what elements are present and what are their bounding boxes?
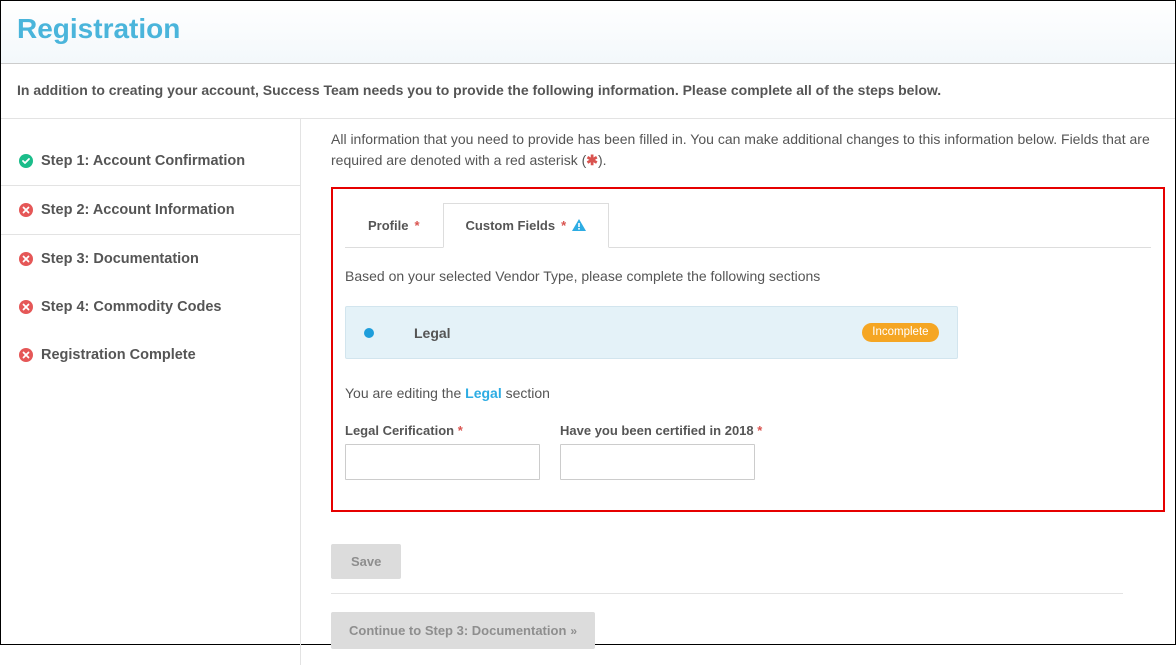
section-row-legal[interactable]: Legal Incomplete [345, 306, 958, 359]
x-circle-icon [19, 203, 33, 217]
tab-label: Custom Fields [466, 218, 556, 233]
required-indicator: * [414, 218, 419, 233]
field-label-legal-certification: Legal Cerification * [345, 423, 540, 438]
sidebar-step-3[interactable]: Step 3: Documentation [1, 235, 300, 283]
required-indicator: * [561, 218, 566, 233]
divider [331, 593, 1123, 594]
sidebar-step-4[interactable]: Step 4: Commodity Codes [1, 283, 300, 331]
chevron-right-icon: » [570, 624, 577, 638]
sidebar: Step 1: Account Confirmation Step 2: Acc… [1, 119, 301, 665]
check-circle-icon [19, 154, 33, 168]
tabs: Profile * Custom Fields * [345, 203, 1151, 248]
save-button[interactable]: Save [331, 544, 401, 579]
instruction-banner: In addition to creating your account, Su… [1, 64, 1175, 119]
sidebar-step-2[interactable]: Step 2: Account Information [1, 185, 300, 235]
page-title: Registration [17, 13, 1159, 45]
required-indicator: * [757, 423, 762, 438]
continue-button[interactable]: Continue to Step 3: Documentation» [331, 612, 595, 649]
status-badge-incomplete: Incomplete [862, 323, 938, 342]
x-circle-icon [19, 300, 33, 314]
sidebar-step-complete[interactable]: Registration Complete [1, 331, 300, 379]
sidebar-step-label: Step 3: Documentation [41, 251, 199, 267]
custom-fields-intro: Based on your selected Vendor Type, plea… [345, 268, 1151, 284]
field-label-certified-2018: Have you been certified in 2018 * [560, 423, 762, 438]
x-circle-icon [19, 252, 33, 266]
highlighted-region: Profile * Custom Fields * Based on your se… [331, 187, 1165, 512]
required-asterisk-icon: ✱ [586, 152, 598, 168]
sidebar-step-label: Step 1: Account Confirmation [41, 153, 245, 169]
status-dot-icon [364, 328, 374, 338]
tab-profile[interactable]: Profile * [345, 203, 443, 247]
editing-section-link[interactable]: Legal [465, 385, 502, 401]
editing-context: You are editing the Legal section [345, 385, 1151, 401]
sidebar-step-label: Step 4: Commodity Codes [41, 299, 221, 315]
sidebar-step-label: Step 2: Account Information [41, 202, 235, 218]
legal-certification-input[interactable] [345, 444, 540, 480]
info-text: All information that you need to provide… [331, 129, 1165, 171]
required-indicator: * [458, 423, 463, 438]
section-name: Legal [414, 325, 451, 341]
warning-icon [572, 219, 586, 232]
x-circle-icon [19, 348, 33, 362]
certified-2018-input[interactable] [560, 444, 755, 480]
sidebar-step-label: Registration Complete [41, 347, 196, 363]
tab-custom-fields[interactable]: Custom Fields * [443, 203, 610, 248]
sidebar-step-1[interactable]: Step 1: Account Confirmation [1, 137, 300, 185]
main-content: All information that you need to provide… [301, 119, 1175, 665]
tab-label: Profile [368, 218, 408, 233]
